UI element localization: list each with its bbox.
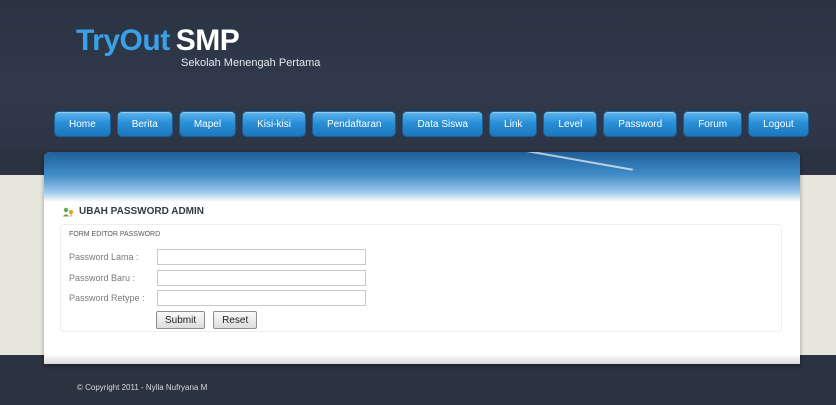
reset-button[interactable]: Reset bbox=[213, 311, 258, 329]
new-password-input[interactable] bbox=[157, 270, 366, 286]
panel-bottom-edge bbox=[44, 354, 800, 364]
nav-logout[interactable]: Logout bbox=[748, 111, 809, 137]
nav-mapel[interactable]: Mapel bbox=[178, 111, 237, 137]
nav-forum[interactable]: Forum bbox=[683, 111, 743, 137]
section-heading: UBAH PASSWORD ADMIN bbox=[62, 206, 204, 217]
panel-banner bbox=[44, 152, 800, 202]
header: TryOut SMP Sekolah Menengah Pertama Home … bbox=[0, 0, 836, 150]
logo-text-smp: SMP bbox=[175, 24, 240, 57]
form-row-old-password: Password Lama : bbox=[69, 249, 366, 265]
site-logo[interactable]: TryOut SMP bbox=[76, 24, 240, 58]
site-tagline: Sekolah Menengah Pertama bbox=[181, 57, 321, 69]
section-title-text: UBAH PASSWORD ADMIN bbox=[79, 206, 204, 217]
submit-button[interactable]: Submit bbox=[156, 311, 206, 329]
nav-link[interactable]: Link bbox=[489, 111, 538, 137]
new-password-separator: : bbox=[132, 273, 136, 283]
old-password-separator: : bbox=[136, 252, 139, 262]
nav-level[interactable]: Level bbox=[543, 111, 598, 137]
old-password-label: Password Lama : bbox=[69, 252, 157, 262]
retype-password-separator: : bbox=[142, 293, 145, 303]
old-password-input[interactable] bbox=[157, 249, 366, 265]
nav-home[interactable]: Home bbox=[54, 111, 111, 137]
content-panel: UBAH PASSWORD ADMIN FORM EDITOR PASSWORD… bbox=[44, 152, 800, 364]
password-form: FORM EDITOR PASSWORD Password Lama : Pas… bbox=[60, 224, 782, 332]
nav-pendaftaran[interactable]: Pendaftaran bbox=[311, 111, 397, 137]
retype-password-label: Password Retype : bbox=[69, 293, 157, 303]
form-row-retype-password: Password Retype : bbox=[69, 290, 366, 306]
nav-berita[interactable]: Berita bbox=[116, 111, 173, 137]
new-password-label: Password Baru : bbox=[69, 273, 157, 283]
user-key-icon bbox=[62, 207, 74, 217]
nav-password[interactable]: Password bbox=[603, 111, 678, 137]
logo-text-tryout: TryOut bbox=[76, 24, 170, 57]
form-buttons: Submit Reset bbox=[156, 311, 258, 329]
nav-kisi-kisi[interactable]: Kisi-kisi bbox=[242, 111, 306, 137]
nav-data-siswa[interactable]: Data Siswa bbox=[402, 111, 484, 137]
footer-copyright: © Copyright 2011 - Nylla Nufryana M bbox=[77, 383, 208, 392]
form-row-new-password: Password Baru : bbox=[69, 270, 366, 286]
main-nav: Home Berita Mapel Kisi-kisi Pendaftaran … bbox=[54, 111, 809, 137]
retype-password-label-text: Password Retype bbox=[69, 293, 140, 303]
new-password-label-text: Password Baru bbox=[69, 273, 131, 283]
retype-password-input[interactable] bbox=[157, 290, 366, 306]
old-password-label-text: Password Lama bbox=[69, 252, 134, 262]
form-title: FORM EDITOR PASSWORD bbox=[69, 231, 161, 238]
banner-streak bbox=[465, 152, 633, 171]
